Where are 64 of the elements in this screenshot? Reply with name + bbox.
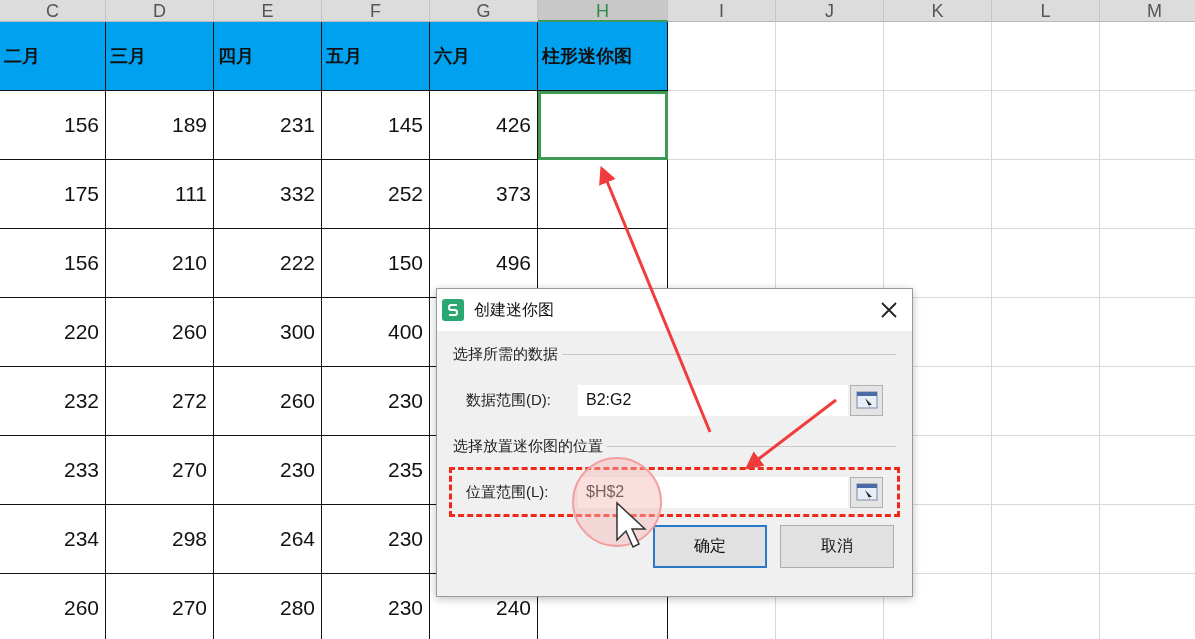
column-header[interactable]: K — [884, 0, 992, 22]
mouse-cursor-icon — [616, 501, 647, 549]
table-cell: 220 — [0, 298, 106, 367]
dialog-button[interactable]: 确定 — [653, 525, 767, 568]
table-cell: 150 — [322, 229, 430, 298]
table-header-cell: 六月 — [430, 22, 538, 91]
table-cell: 270 — [106, 574, 214, 639]
table-cell: 260 — [0, 574, 106, 639]
table-cell: 189 — [106, 91, 214, 160]
table-cell: 400 — [322, 298, 430, 367]
table-cell: 175 — [0, 160, 106, 229]
table-cell: 222 — [214, 229, 322, 298]
table-cell: 272 — [106, 367, 214, 436]
column-header[interactable]: G — [430, 0, 538, 22]
table-cell: 232 — [0, 367, 106, 436]
table-header-cell: 五月 — [322, 22, 430, 91]
table-header-cell: 二月 — [0, 22, 106, 91]
table-cell: 210 — [106, 229, 214, 298]
table-cell: 373 — [430, 160, 538, 229]
column-header[interactable]: I — [668, 0, 776, 22]
table-cell: 270 — [106, 436, 214, 505]
table-cell: 426 — [430, 91, 538, 160]
table-cell: 230 — [322, 505, 430, 574]
dialog-title: 创建迷你图 — [474, 299, 555, 320]
section-label: 选择所需的数据 — [453, 344, 558, 364]
table-cell: 111 — [106, 160, 214, 229]
table-cell: 233 — [0, 436, 106, 505]
table-header-cell: 四月 — [214, 22, 322, 91]
column-header[interactable]: D — [106, 0, 214, 22]
column-header[interactable]: J — [776, 0, 884, 22]
column-header[interactable]: M — [1100, 0, 1195, 22]
table-cell: 298 — [106, 505, 214, 574]
table-cell: 300 — [214, 298, 322, 367]
table-header-cell: 三月 — [106, 22, 214, 91]
column-header[interactable]: C — [0, 0, 106, 22]
section-label: 选择放置迷你图的位置 — [453, 436, 603, 456]
dialog-button[interactable]: 取消 — [780, 525, 894, 568]
table-cell: 156 — [0, 229, 106, 298]
app-logo-icon — [442, 299, 464, 321]
close-icon[interactable] — [880, 301, 898, 319]
input-field[interactable]: $H$2 — [578, 476, 848, 508]
table-header-cell: 柱形迷你图 — [538, 22, 668, 91]
table-cell: 252 — [322, 160, 430, 229]
column-header[interactable]: L — [992, 0, 1100, 22]
table-cell: 264 — [214, 505, 322, 574]
field-label: 数据范围(D): — [466, 390, 552, 410]
table-cell: 145 — [322, 91, 430, 160]
column-header[interactable]: E — [214, 0, 322, 22]
table-cell: 231 — [214, 91, 322, 160]
table-cell: 280 — [214, 574, 322, 639]
field-label: 位置范围(L): — [466, 482, 550, 502]
range-picker-button[interactable] — [850, 476, 883, 508]
table-cell: 230 — [214, 436, 322, 505]
table-cell: 156 — [0, 91, 106, 160]
column-header[interactable]: F — [322, 0, 430, 22]
table-cell: 230 — [322, 574, 430, 639]
table-cell: 260 — [106, 298, 214, 367]
table-cell: 235 — [322, 436, 430, 505]
table-cell: 332 — [214, 160, 322, 229]
table-cell: 230 — [322, 367, 430, 436]
table-cell: 260 — [214, 367, 322, 436]
range-picker-button[interactable] — [850, 384, 883, 416]
input-field[interactable]: B2:G2 — [578, 384, 848, 416]
table-cell: 234 — [0, 505, 106, 574]
